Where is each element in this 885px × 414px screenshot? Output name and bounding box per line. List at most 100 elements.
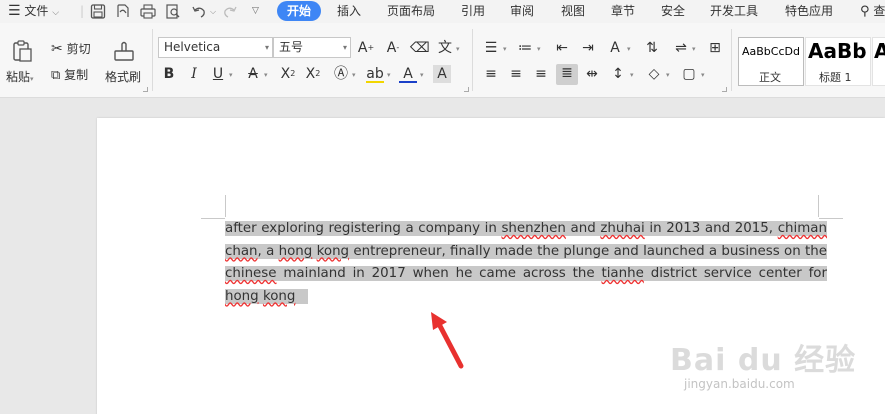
clear-formatting-icon[interactable]: ⌫	[410, 39, 430, 57]
align-center-icon[interactable]: ≡	[507, 65, 525, 83]
line-spacing-dropdown-icon[interactable]: ▾	[630, 71, 634, 79]
phonetic-guide-icon[interactable]: 文	[436, 39, 454, 57]
misspelled-word: kong	[262, 288, 296, 304]
show-marks-icon[interactable]: ⊞	[706, 39, 724, 57]
paste-button[interactable]	[10, 39, 34, 63]
text-direction-icon[interactable]: A	[606, 39, 624, 57]
font-name-select[interactable]: Helvetica ▾	[158, 37, 273, 58]
borders-icon[interactable]: ▢	[680, 65, 698, 83]
underline-dropdown-icon[interactable]: ▾	[229, 71, 233, 79]
numbering-dropdown-icon[interactable]: ▾	[537, 45, 541, 53]
text-effect-dropdown-icon[interactable]: ▾	[352, 71, 356, 79]
text-run: in 2013 and 2015,	[644, 221, 778, 236]
tab-chapter[interactable]: 章节	[611, 0, 635, 23]
undo-icon[interactable]	[190, 3, 208, 20]
style-normal-name: 正文	[759, 71, 781, 84]
decrease-font-size-icon[interactable]: A-	[384, 39, 402, 57]
search-label: 查	[873, 4, 885, 18]
increase-indent-icon[interactable]: ⇥	[579, 39, 597, 57]
customize-toolbar-icon[interactable]: ▽	[252, 0, 259, 23]
chevron-down-icon: ▾	[342, 43, 347, 52]
highlight-icon[interactable]: ab	[366, 65, 384, 83]
phonetic-dropdown-icon[interactable]: ▾	[456, 45, 460, 53]
distributed-icon[interactable]: ⇹	[583, 65, 601, 83]
hamburger-icon: ☰	[8, 3, 21, 19]
tab-page-layout[interactable]: 页面布局	[387, 0, 435, 23]
strikethrough-icon[interactable]: A	[244, 65, 262, 83]
text-effect-icon[interactable]: Ⓐ	[332, 65, 350, 83]
text-direction-dropdown-icon[interactable]: ▾	[627, 45, 631, 53]
paste-label-wrap[interactable]: 粘贴▾	[6, 68, 34, 85]
sort-icon[interactable]: ⇅	[643, 39, 661, 57]
misspelled-word: chiman	[777, 221, 827, 236]
print-icon[interactable]	[139, 3, 157, 20]
tab-developer[interactable]: 开发工具	[710, 0, 758, 23]
margin-mark	[225, 195, 226, 217]
underline-icon[interactable]: U	[209, 65, 227, 83]
align-left-icon[interactable]: ≡	[482, 65, 500, 83]
text-run: entrepreneur, finally made the plunge an…	[349, 243, 827, 259]
character-shading-icon[interactable]: A	[433, 65, 451, 83]
wps-writer-window: ☰ 文件 ⌵ | ⌵ ▽ 开始 插入 页面布局 引用 审阅 视图 章节 安全 开…	[0, 0, 885, 414]
output-pdf-icon[interactable]	[114, 3, 132, 20]
style-heading-1[interactable]: AaBb 标题 1	[805, 37, 871, 86]
print-preview-icon[interactable]	[164, 3, 182, 20]
highlight-dropdown-icon[interactable]: ▾	[387, 71, 391, 79]
style-heading-2[interactable]: A	[872, 37, 885, 86]
font-color-dropdown-icon[interactable]: ▾	[420, 71, 424, 79]
ribbon: 粘贴▾ ✂ 剪切 ⧉ 复制 格式刷 Helvetica ▾ 五号 ▾ A+ A-…	[0, 23, 885, 98]
tab-security[interactable]: 安全	[661, 0, 685, 23]
line-spacing-icon[interactable]: ↕	[609, 65, 627, 83]
search-button[interactable]: ⚲ 查	[860, 0, 885, 23]
text-selection: after exploring registering a company in…	[225, 221, 827, 304]
font-dialog-launcher[interactable]	[464, 87, 469, 92]
borders-dropdown-icon[interactable]: ▾	[701, 71, 705, 79]
increase-font-size-icon[interactable]: A+	[357, 39, 375, 57]
tab-view[interactable]: 视图	[561, 0, 585, 23]
numbering-icon[interactable]: ≔	[516, 39, 534, 57]
selected-paragraph[interactable]: after exploring registering a company in…	[225, 218, 827, 308]
watermark-url: jingyan.baidu.com	[684, 377, 795, 391]
strikethrough-dropdown-icon[interactable]: ▾	[264, 71, 268, 79]
menu-bar: ☰ 文件 ⌵ | ⌵ ▽ 开始 插入 页面布局 引用 审阅 视图 章节 安全 开…	[0, 0, 885, 23]
format-painter-icon	[114, 41, 134, 61]
misspelled-word: chinese	[225, 266, 277, 281]
style-normal[interactable]: AaBbCcDd 正文	[738, 37, 804, 86]
tab-special-apps[interactable]: 特色应用	[785, 0, 833, 23]
bold-icon[interactable]: B	[160, 65, 178, 83]
paragraph-shading-dropdown-icon[interactable]: ▾	[666, 71, 670, 79]
copy-button[interactable]: ⧉ 复制	[51, 66, 88, 83]
save-icon[interactable]	[89, 3, 107, 20]
chinese-layout-icon[interactable]: ⇌	[672, 39, 690, 57]
cut-button[interactable]: ✂ 剪切	[51, 40, 91, 57]
tab-references[interactable]: 引用	[461, 0, 485, 23]
decrease-indent-icon[interactable]: ⇤	[553, 39, 571, 57]
superscript-icon[interactable]: X2	[279, 65, 297, 83]
misspelled-word: hong	[225, 288, 259, 304]
tab-review[interactable]: 审阅	[510, 0, 534, 23]
copy-label: 复制	[64, 68, 89, 82]
misspelled-word: chan	[225, 243, 258, 259]
format-painter-button[interactable]	[112, 39, 136, 63]
subscript-icon[interactable]: X2	[304, 65, 322, 83]
text-run: mainland in 2017 when he came across the	[276, 266, 602, 281]
clipboard-dialog-launcher[interactable]	[143, 87, 148, 92]
align-right-icon[interactable]: ≡	[532, 65, 550, 83]
font-color-icon[interactable]: A	[399, 65, 417, 83]
tab-home[interactable]: 开始	[277, 1, 321, 21]
menu-divider: |	[80, 4, 85, 18]
italic-icon[interactable]: I	[185, 65, 203, 83]
font-size-select[interactable]: 五号 ▾	[273, 37, 351, 58]
bullets-icon[interactable]: ☰	[482, 39, 500, 57]
misspelled-word: shenzhen	[501, 221, 566, 236]
paragraph-dialog-launcher[interactable]	[722, 87, 727, 92]
file-menu[interactable]: ☰ 文件 ⌵	[8, 0, 59, 23]
text-run: and	[565, 221, 601, 236]
tab-insert[interactable]: 插入	[337, 0, 361, 23]
ribbon-divider	[731, 29, 732, 91]
undo-dropdown-icon[interactable]: ⌵	[210, 0, 216, 23]
bullets-dropdown-icon[interactable]: ▾	[503, 45, 507, 53]
paragraph-shading-icon[interactable]: ◇	[645, 65, 663, 83]
justify-icon[interactable]: ≣	[556, 64, 578, 85]
chinese-layout-dropdown-icon[interactable]: ▾	[692, 45, 696, 53]
